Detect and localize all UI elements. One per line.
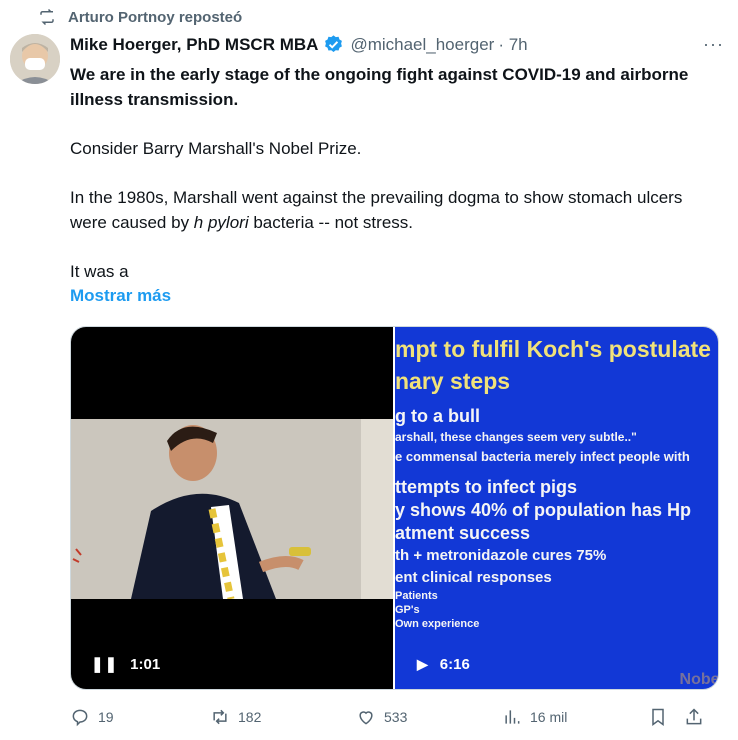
bookmark-button[interactable] xyxy=(648,707,684,727)
slide-line: nary steps xyxy=(395,368,511,394)
bookmark-icon xyxy=(652,708,664,726)
video-2[interactable]: mpt to fulfil Koch's postulate nary step… xyxy=(395,327,718,689)
slide-line: g to a bull xyxy=(395,406,480,426)
slide-line: y shows 40% of population has Hp xyxy=(395,500,692,520)
views-button[interactable]: 16 mil xyxy=(502,707,648,727)
tweet-paragraph-4: It was a xyxy=(70,262,129,281)
video-1-frame xyxy=(71,419,393,599)
slide-line: e commensal bacteria merely infect peopl… xyxy=(395,449,690,464)
video-1-duration: 1:01 xyxy=(130,655,161,673)
reply-icon xyxy=(72,709,88,727)
author-name[interactable]: Mike Hoerger, PhD MSCR MBA xyxy=(70,35,318,55)
views-chart-icon xyxy=(505,710,520,724)
reply-button[interactable]: 19 xyxy=(70,707,210,727)
slide-line: atment success xyxy=(395,523,531,543)
video-2-duration: 6:16 xyxy=(439,656,470,673)
like-count: 533 xyxy=(384,709,408,725)
slide-line: GP's xyxy=(395,604,420,616)
tweet-header: Mike Hoerger, PhD MSCR MBA @michael_hoer… xyxy=(70,34,724,55)
video-1[interactable]: ❚❚ 1:01 xyxy=(71,327,393,689)
tweet-paragraph-2: Consider Barry Marshall's Nobel Prize. xyxy=(70,139,362,158)
tweet-lead: We are in the early stage of the ongoing… xyxy=(70,65,689,109)
share-button[interactable] xyxy=(684,707,704,727)
repost-indicator[interactable]: Arturo Portnoy reposteó xyxy=(38,8,242,26)
slide-line: arshall, these changes seem very subtle.… xyxy=(395,430,637,444)
p3-italic: h pylori xyxy=(193,213,249,232)
video-2-controls[interactable]: ▶ 6:16 xyxy=(417,656,470,673)
play-icon[interactable]: ▶ xyxy=(417,656,428,673)
tweet-text: We are in the early stage of the ongoing… xyxy=(70,62,710,308)
pause-icon[interactable]: ❚❚ xyxy=(91,655,118,673)
slide-line: ent clinical responses xyxy=(395,569,552,586)
repost-button[interactable]: 182 xyxy=(210,707,356,727)
slide-line: ttempts to infect pigs xyxy=(395,477,578,497)
nobel-watermark: Nobel xyxy=(679,671,718,688)
repost-count: 182 xyxy=(238,709,262,725)
author-handle[interactable]: @michael_hoerger xyxy=(350,35,494,55)
tweet-time[interactable]: · 7h xyxy=(498,35,527,55)
slide-line: Patients xyxy=(395,590,438,602)
avatar[interactable] xyxy=(10,34,60,84)
slide-line: th + metronidazole cures 75% xyxy=(395,547,607,564)
tweet-paragraph-3: In the 1980s, Marshall went against the … xyxy=(70,185,710,235)
verified-badge-icon xyxy=(325,35,343,52)
slide-line: mpt to fulfil Koch's postulate xyxy=(395,336,711,362)
repost-label: Arturo Portnoy reposteó xyxy=(68,8,243,26)
repost-icon xyxy=(213,709,227,725)
tweet-actions: 19 182 533 16 mil xyxy=(70,707,720,727)
p3-text-end: bacteria -- not stress. xyxy=(248,213,413,232)
video-1-controls[interactable]: ❚❚ 1:01 xyxy=(91,655,161,674)
reply-count: 19 xyxy=(98,709,114,725)
slide-line: Own experience xyxy=(395,618,480,630)
like-button[interactable]: 533 xyxy=(356,707,502,727)
repost-icon xyxy=(40,8,56,26)
slide-text: mpt to fulfil Koch's postulate nary step… xyxy=(395,333,718,631)
show-more-link[interactable]: Mostrar más xyxy=(70,286,171,306)
more-options-icon[interactable]: ··· xyxy=(703,34,724,55)
heart-icon xyxy=(359,711,373,725)
media-grid: ❚❚ 1:01 mpt to fulfil Koch's postulate n… xyxy=(70,326,719,690)
views-count: 16 mil xyxy=(530,709,568,725)
share-icon xyxy=(686,708,702,725)
